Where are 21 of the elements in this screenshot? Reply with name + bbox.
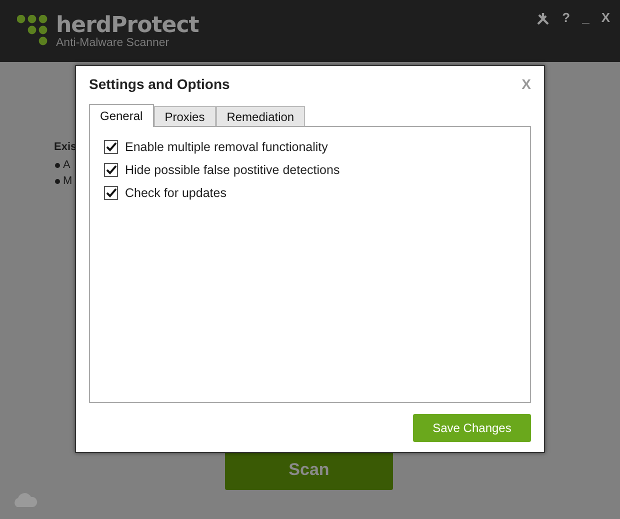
settings-icon[interactable] [536, 12, 550, 26]
window-control[interactable]: _ [582, 10, 590, 25]
tab[interactable]: General [89, 104, 154, 127]
checkbox-label: Check for updates [125, 186, 226, 200]
dialog-title: Settings and Options [89, 76, 230, 92]
window-control[interactable]: ? [562, 10, 570, 25]
list-item: A [63, 158, 70, 173]
app-subtitle: Anti-Malware Scanner [56, 36, 170, 50]
bullet-icon [55, 162, 60, 168]
checkbox[interactable] [104, 140, 118, 154]
checkbox-label: Hide possible false postitive detections [125, 163, 340, 177]
section-heading: Exis [54, 141, 77, 153]
bullet-icon [55, 178, 60, 184]
window-control[interactable]: X [601, 10, 610, 25]
tab[interactable]: Proxies [154, 106, 216, 126]
checkbox[interactable] [104, 163, 118, 177]
tab[interactable]: Remediation [216, 106, 306, 126]
checkbox-label: Enable multiple removal functionality [125, 140, 328, 154]
checkbox[interactable] [104, 186, 118, 200]
list-item: M [63, 174, 72, 189]
app-title: herdProtect [56, 15, 199, 36]
